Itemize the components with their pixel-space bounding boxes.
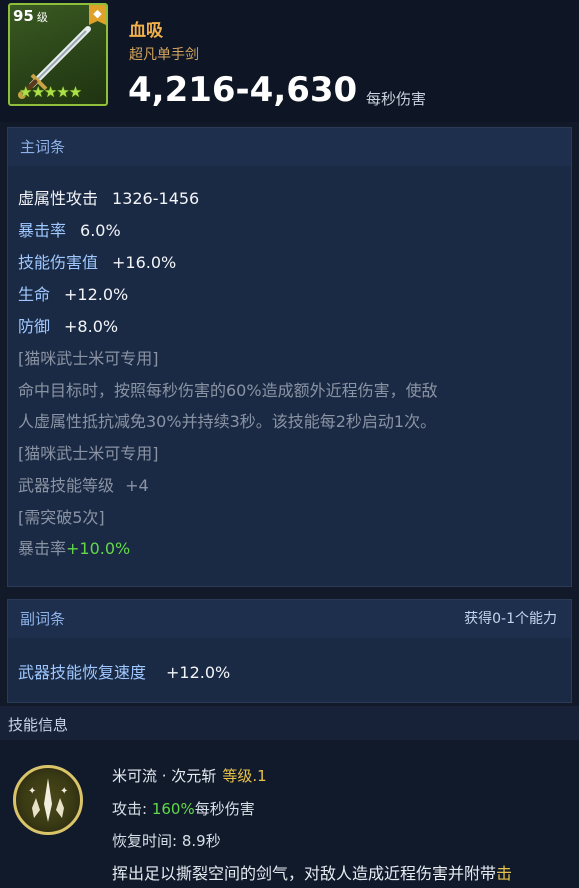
stat-row: 武器技能恢复速度 +12.0% [18,663,231,682]
effect-line: 命中目标时，按照每秒伤害的60%造成额外近程伤害，使敌 [18,381,438,400]
skill-info-header: 技能信息 [0,706,579,740]
main-affix-header: 主词条 [8,128,571,166]
skill-cooldown: 恢复时间: 8.9秒 [112,832,221,850]
skill-name: 米可流 · 次元斩 等级.1 [112,767,267,785]
exclusive-tag: [猫咪武士米可专用] [18,444,159,463]
stat-row: 技能伤害值 +16.0% [18,253,177,272]
rarity-stars: ★★★★★ [19,83,82,101]
svg-text:✦: ✦ [28,786,36,797]
main-affix-panel: 主词条 虚属性攻击 1326-1456 暴击率 6.0% 技能伤害值 +16.0% 生… [7,127,572,587]
stat-row: 防御 +8.0% [18,317,119,336]
dps-value: 4,216-4,630 [128,70,358,110]
skill-info-body: ✦ ✦ 米可流 · 次元斩 等级.1 攻击: 160%每秒伤害 恢复时间: 8.9… [0,740,579,888]
skill-description: 挥出足以撕裂空间的剑气，对敌人造成近程伤害并附带击 [112,864,513,883]
sub-affix-count: 获得0-1个能力 [464,611,557,627]
bonus-crit-row: 暴击率+10.0% [18,539,131,558]
item-icon-frame[interactable]: 95 级 ◆ ★★★★★ [8,3,108,106]
svg-text:✦: ✦ [60,786,68,797]
exclusive-tag: [猫咪武士米可专用] [18,349,159,368]
stat-row: 生命 +12.0% [18,285,129,304]
weapon-skill-level-row: 武器技能等级 +4 [18,476,149,495]
sub-affix-panel: 副词条 获得0-1个能力 武器技能恢复速度 +12.0% [7,599,572,703]
skill-attack: 攻击: 160%每秒伤害 [112,800,255,818]
stat-row: 暴击率 6.0% [18,221,121,240]
dps-label: 每秒伤害 [366,90,427,108]
sub-affix-header: 副词条 获得0-1个能力 [8,600,571,638]
item-type: 超凡单手剑 [129,47,199,63]
requirement-tag: [需突破5次] [18,508,105,527]
burst-emblem-icon[interactable]: ✦ ✦ [13,765,83,835]
stat-row: 虚属性攻击 1326-1456 [18,189,200,208]
item-name: 血吸 [129,21,163,41]
item-header: 95 级 ◆ ★★★★★ 血吸 超凡单手剑 4,216-4,630 每秒伤害 [0,0,579,122]
effect-line: 人虚属性抵抗减免30%并持续3秒。该技能每2秒启动1次。 [18,412,437,431]
